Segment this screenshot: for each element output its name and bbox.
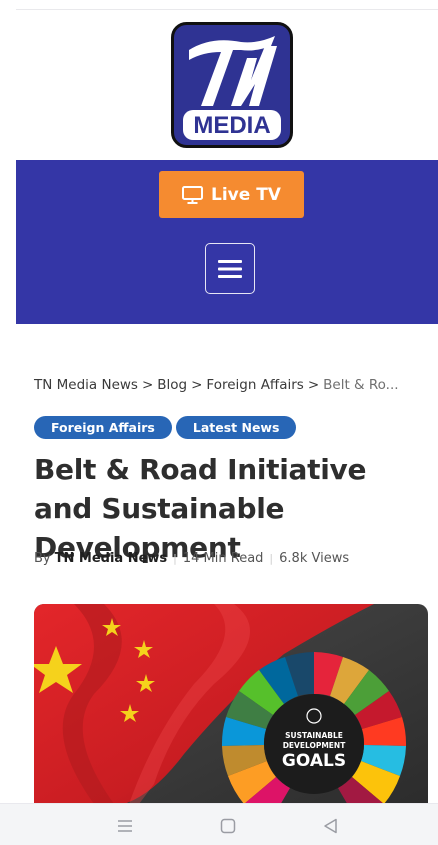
live-tv-button[interactable]: Live TV (159, 171, 304, 218)
monitor-icon (182, 185, 204, 204)
logo-media-text: MEDIA (193, 112, 270, 139)
live-tv-label: Live TV (211, 184, 281, 205)
meta-divider: | (269, 552, 274, 565)
article-page: MEDIA Live TV TN Media News > Blog > Foreign… (0, 0, 438, 845)
author-link[interactable]: TN Media News (55, 551, 168, 566)
tag-latest-news[interactable]: Latest News (175, 416, 297, 439)
meta-divider: | (173, 552, 177, 565)
nav-bar: Live TV (16, 160, 438, 324)
article-meta: By TN Media News | 14 Min Read | 6.8k Vi… (34, 551, 349, 566)
back-button[interactable] (321, 816, 341, 836)
tn-media-logo[interactable]: MEDIA (171, 22, 293, 148)
breadcrumb-separator: > (191, 377, 203, 393)
recents-button[interactable] (115, 816, 135, 836)
logo-graphic: MEDIA (171, 22, 293, 148)
sdg-text-line2: DEVELOPMENT (283, 741, 347, 750)
breadcrumb-blog[interactable]: Blog (157, 377, 187, 393)
breadcrumb-separator: > (307, 377, 320, 393)
recents-icon (118, 820, 132, 832)
by-label: By (34, 551, 51, 566)
breadcrumb-foreign-affairs[interactable]: Foreign Affairs (206, 377, 303, 393)
top-divider (16, 9, 438, 10)
read-time: 14 Min Read (182, 551, 264, 566)
hero-illustration: SUSTAINABLE DEVELOPMENT GOALS (34, 604, 428, 804)
breadcrumb: TN Media News > Blog > Foreign Affairs > Belt … (34, 377, 399, 393)
menu-button[interactable] (205, 243, 255, 294)
hamburger-menu-icon (218, 259, 242, 278)
view-count: 6.8k Views (279, 551, 350, 566)
back-icon (324, 818, 337, 834)
system-navigation-bar (0, 803, 438, 845)
category-tags: Foreign Affairs Latest News (34, 416, 297, 439)
article-title: Belt & Road Initiative and Sustainable D… (34, 453, 367, 564)
tag-foreign-affairs[interactable]: Foreign Affairs (34, 416, 172, 439)
breadcrumb-current: Belt & Ro... (323, 377, 399, 393)
breadcrumb-separator: > (141, 377, 154, 393)
hero-image[interactable]: SUSTAINABLE DEVELOPMENT GOALS (34, 604, 428, 804)
breadcrumb-home[interactable]: TN Media News (34, 377, 138, 393)
home-icon (220, 818, 236, 834)
home-button[interactable] (218, 816, 238, 836)
sdg-text-line1: SUSTAINABLE (285, 731, 343, 740)
sdg-text-line3: GOALS (282, 751, 346, 771)
